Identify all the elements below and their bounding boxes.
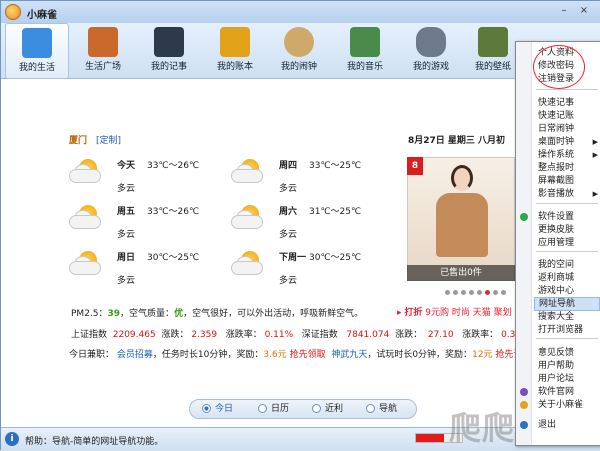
app-window: 小麻雀 – × 我的生活 生活广场 我的记事 我的账本 我的闹钟 我的音乐 我的… bbox=[0, 0, 600, 451]
menu-item[interactable]: 操作系统 ▶ bbox=[534, 148, 600, 162]
forecast-day: 周四 33℃～25℃ 多云 bbox=[231, 155, 381, 201]
tool-alarm[interactable]: 我的闹钟 bbox=[267, 23, 331, 79]
music-icon bbox=[350, 27, 380, 57]
menu-item[interactable]: 意见反馈 bbox=[534, 346, 600, 360]
menu-item[interactable]: 更换皮肤 bbox=[534, 223, 600, 237]
menu-item[interactable]: 搜索大全 bbox=[534, 310, 600, 324]
minimize-button[interactable]: – bbox=[557, 4, 571, 18]
menu-item[interactable]: 桌面时钟 ▶ bbox=[534, 135, 600, 149]
radio-icon bbox=[312, 404, 321, 413]
menu-item[interactable]: 打开浏览器 bbox=[534, 323, 600, 337]
forecast-day: 周六 31℃～25℃ 多云 bbox=[231, 201, 381, 247]
tab-nav[interactable]: 导航 bbox=[366, 402, 397, 417]
settings-icon bbox=[520, 213, 528, 221]
tool-music[interactable]: 我的音乐 bbox=[333, 23, 397, 79]
menu-item[interactable]: 快速记账 bbox=[534, 109, 600, 123]
menu-item[interactable]: 屏幕截图 bbox=[534, 174, 600, 188]
submenu-arrow-icon: ▶ bbox=[592, 138, 598, 146]
partly-cloudy-icon bbox=[69, 205, 103, 231]
radio-icon bbox=[258, 404, 267, 413]
close-button[interactable]: × bbox=[577, 4, 591, 18]
menu-item[interactable]: 日常闹钟 bbox=[534, 122, 600, 136]
job-link[interactable]: 会员招募 bbox=[117, 350, 153, 360]
tool-games[interactable]: 我的游戏 bbox=[399, 23, 463, 79]
submenu-arrow-icon: ▶ bbox=[592, 151, 598, 159]
tab-calendar[interactable]: 日历 bbox=[258, 402, 289, 417]
website-icon bbox=[520, 388, 528, 396]
app-logo-icon bbox=[5, 4, 21, 20]
tab-deals[interactable]: 近利 bbox=[312, 402, 343, 417]
context-menu: 个人资料 修改密码 注销登录 快速记事 快速记账 日常闹钟 桌面时钟 ▶ 操作系统 ▶ 整点报时 屏幕… bbox=[515, 41, 600, 446]
partly-cloudy-icon bbox=[69, 251, 103, 277]
sold-count: 已售出0件 bbox=[407, 265, 515, 281]
highlight-circle bbox=[533, 45, 585, 89]
menu-separator bbox=[536, 251, 598, 252]
house-icon bbox=[22, 28, 52, 58]
menu-separator bbox=[536, 338, 598, 339]
tool-notes[interactable]: 我的记事 bbox=[137, 23, 201, 79]
menu-item[interactable]: 返利商城 bbox=[534, 271, 600, 285]
menu-item[interactable]: 关于小麻雀 bbox=[534, 398, 600, 412]
menu-item[interactable]: 应用管理 bbox=[534, 236, 600, 250]
wallpaper-icon bbox=[478, 27, 508, 57]
clock-icon bbox=[284, 27, 314, 57]
money-icon bbox=[220, 27, 250, 57]
job-link[interactable]: 神武九天 bbox=[331, 350, 367, 360]
main-toolbar: 我的生活 生活广场 我的记事 我的账本 我的闹钟 我的音乐 我的游戏 我的壁纸 bbox=[1, 23, 600, 79]
customize-link[interactable]: [定制] bbox=[96, 133, 121, 146]
forecast-day: 周五 33℃～26℃ 多云 bbox=[69, 201, 219, 247]
menu-item[interactable]: 快速记事 bbox=[534, 96, 600, 110]
radio-icon bbox=[202, 404, 211, 413]
parttime-jobs: 今日兼职： 会员招募，任务时长10分钟，奖励：3.6元 抢先领取 神武九天，试玩… bbox=[69, 350, 532, 360]
partly-cloudy-icon bbox=[69, 159, 103, 185]
menu-item[interactable]: 我的空间 bbox=[534, 258, 600, 272]
tool-my-life[interactable]: 我的生活 bbox=[5, 23, 69, 79]
promo-badge: 8 bbox=[407, 157, 423, 175]
menu-separator bbox=[536, 203, 598, 204]
notebook-icon bbox=[154, 27, 184, 57]
deal-ticker[interactable]: ▸ 打折 9元购 时尚 天猫 聚划 bbox=[397, 305, 512, 318]
partly-cloudy-icon bbox=[231, 159, 265, 185]
menu-item[interactable]: 用户论坛 bbox=[534, 372, 600, 386]
model-photo bbox=[451, 165, 473, 191]
gamepad-icon bbox=[416, 27, 446, 57]
tool-ledger[interactable]: 我的账本 bbox=[203, 23, 267, 79]
view-tabs: 今日 日历 近利 导航 bbox=[189, 399, 417, 419]
submenu-arrow-icon: ▶ bbox=[592, 190, 598, 198]
menu-separator bbox=[536, 89, 598, 90]
info-icon: i bbox=[5, 432, 19, 446]
model-coat bbox=[436, 193, 488, 257]
menu-item[interactable]: 用户帮助 bbox=[534, 359, 600, 373]
menu-item[interactable]: 影音播放 ▶ bbox=[534, 187, 600, 201]
carousel-dots[interactable] bbox=[445, 288, 509, 298]
about-icon bbox=[520, 401, 528, 409]
menu-item[interactable]: 网址导航 bbox=[534, 297, 600, 311]
current-date: 8月27日 星期三 八月初 bbox=[408, 136, 506, 146]
menu-item[interactable]: 软件设置 bbox=[534, 210, 600, 224]
menu-item[interactable]: 游戏中心 bbox=[534, 284, 600, 298]
plaza-icon bbox=[88, 27, 118, 57]
menu-item[interactable]: 整点报时 bbox=[534, 161, 600, 175]
menu-item[interactable]: 软件官网 bbox=[534, 385, 600, 399]
app-title: 小麻雀 bbox=[27, 10, 57, 21]
partly-cloudy-icon bbox=[231, 251, 265, 277]
forecast-day: 下周一 30℃～25℃ 多云 bbox=[231, 247, 381, 293]
menu-item[interactable]: 退出 bbox=[534, 418, 600, 432]
radio-icon bbox=[366, 404, 375, 413]
stock-ticker: 上证指数 2209.465 涨跌： 2.359 涨跌率： 0.11% 深证指数 … bbox=[71, 330, 522, 340]
city-name: 厦门 bbox=[69, 136, 88, 146]
claim-link[interactable]: 抢先领取 bbox=[290, 350, 326, 360]
tab-today[interactable]: 今日 bbox=[202, 402, 233, 417]
partly-cloudy-icon bbox=[231, 205, 265, 231]
exit-icon bbox=[520, 421, 528, 429]
help-text: 帮助：导航-简单的网址导航功能。 bbox=[25, 437, 164, 447]
forecast-day: 周日 30℃～25℃ 多云 bbox=[69, 247, 219, 293]
air-quality: PM2.5：39，空气质量：优，空气很好，可以外出活动，呼吸新鲜空气。 bbox=[71, 309, 364, 319]
tool-life-square[interactable]: 生活广场 bbox=[71, 23, 135, 79]
forecast-day: 今天 33℃～26℃ 多云 bbox=[69, 155, 219, 201]
title-bar: 小麻雀 – × bbox=[1, 1, 600, 23]
